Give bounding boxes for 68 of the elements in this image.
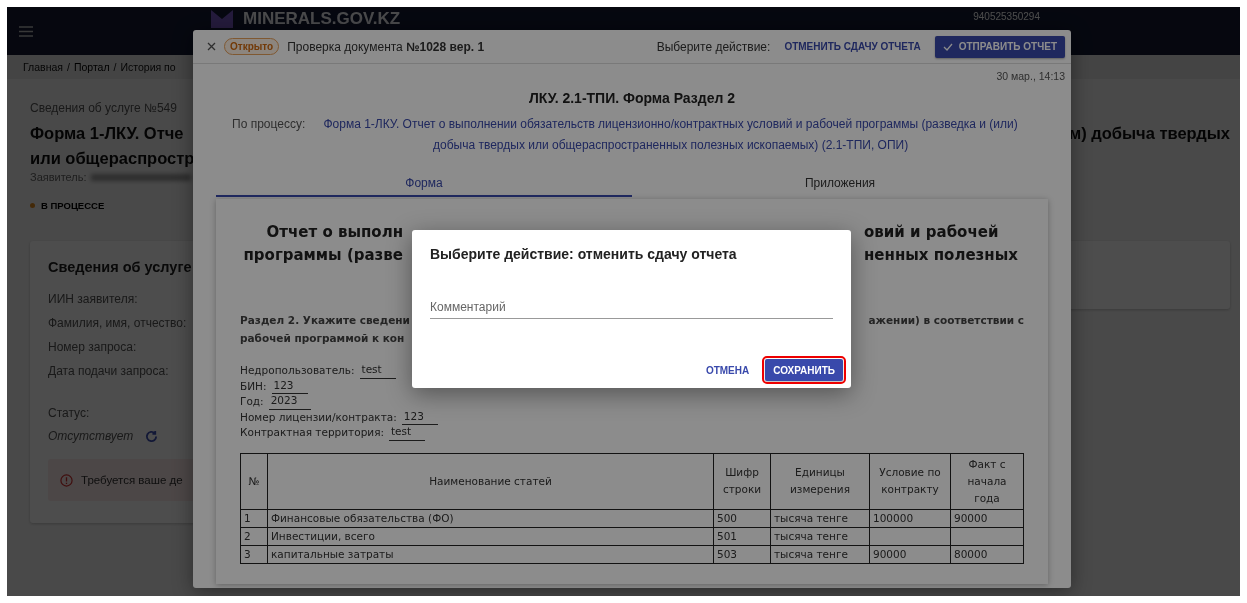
table-cell: 1 (240, 509, 268, 527)
column-header: Шифр строки (713, 453, 771, 509)
field-value: 123 (271, 378, 308, 394)
table-cell: 501 (713, 527, 771, 545)
refresh-icon[interactable] (145, 429, 159, 443)
table-cell: 3 (240, 545, 268, 563)
tab[interactable]: Приложения (632, 172, 1048, 197)
form-title: ЛКУ. 2.1-ТПИ. Форма Раздел 2 (527, 90, 737, 106)
field-value: 2023 (268, 394, 312, 410)
table-cell: 100000 (869, 509, 951, 527)
table-cell: Инвестиции, всего (267, 527, 714, 545)
table-cell: 90000 (950, 509, 1024, 527)
breadcrumb-link[interactable]: Портал (73, 61, 110, 73)
field-value: test (389, 425, 426, 441)
field-value: test (359, 363, 396, 379)
card-title: Сведения об услуге (48, 259, 192, 275)
logo-icon (211, 9, 233, 28)
report-heading: программы (разве (243, 245, 403, 266)
table-cell: 2 (240, 527, 268, 545)
report-heading: ненных полезных (864, 245, 1018, 266)
column-header: Условие по контракту (869, 453, 951, 509)
column-header: Единицы измерения (770, 453, 870, 509)
dialog-title: Выберите действие: отменить сдачу отчета (430, 246, 738, 262)
section-text: рабочей программой к кон (240, 331, 405, 346)
process-link[interactable]: Форма 1-ЛКУ. Отчет о выполнении обязательств лицензионно/контрактных условий и рабочей программы (разведка и (или) добыча твердых или общераспространенных полезных ископаемых) (2.1-ТПИ, ОПИ) (309, 114, 1032, 156)
alert-text: Требуется ваше де (81, 474, 183, 486)
logo-text: MINERALS.GOV.KZ (243, 9, 401, 28)
close-icon[interactable] (207, 42, 216, 51)
separator: / (113, 61, 117, 73)
table-cell: 90000 (869, 545, 951, 563)
submit-button[interactable]: ОТПРАВИТЬ ОТЧЕТ (934, 35, 1065, 58)
table-cell: капитальные затраты (267, 545, 714, 563)
page-title: Форма 1-ЛКУ. Отче (30, 123, 184, 144)
table-cell: 503 (713, 545, 771, 563)
page-title: или общераспростр (30, 148, 195, 169)
section-text: Раздел 2. Укажите сведени (240, 313, 410, 328)
field-label: БИН: (240, 378, 267, 394)
separator: / (66, 61, 70, 73)
field-value: 123 (401, 409, 438, 425)
section-text: ажении) в соответствии с (868, 313, 1024, 328)
table-cell: тысяча тенге (770, 509, 870, 527)
modal-title: Проверка документа №1028 вер. 1 (287, 39, 485, 54)
report-heading: Отчет о выполн (266, 222, 403, 243)
text-button[interactable]: ОТМЕНИТЬ СДАЧУ ОТЧЕТА (778, 37, 927, 56)
field-label: Год: (240, 394, 264, 409)
table-cell: 80000 (950, 545, 1024, 563)
table-cell: тысяча тенге (770, 545, 870, 563)
field-label: Недропользователь: (240, 363, 355, 378)
status-chip: Открыто (224, 38, 280, 55)
column-header: Наименование статей (267, 453, 714, 509)
action-label: Выберите действие: (656, 39, 771, 54)
table-cell: тысяча тенге (770, 527, 870, 545)
table-cell: 500 (713, 509, 771, 527)
warning-icon (60, 473, 73, 487)
menu-icon[interactable] (19, 25, 33, 37)
tab[interactable]: Форма (216, 172, 632, 197)
column-header: № (240, 453, 268, 509)
field-label: Номер лицензии/контракта: (240, 409, 397, 425)
date-text: 30 мар., 14:13 (995, 69, 1066, 82)
column-header: Факт с начала года (950, 453, 1024, 509)
table-cell: Финансовые обязательства (ФО) (267, 509, 714, 527)
cancel-button[interactable]: ОТМЕНА (699, 359, 756, 381)
user-id: 940525350294 (973, 11, 1040, 22)
report-heading: овий и рабочей (864, 222, 999, 243)
save-button[interactable]: СОХРАНИТЬ (765, 359, 843, 381)
process-label: По процессу: (232, 116, 306, 133)
check-icon (942, 42, 953, 51)
field-label: Контрактная территория: (240, 425, 384, 440)
